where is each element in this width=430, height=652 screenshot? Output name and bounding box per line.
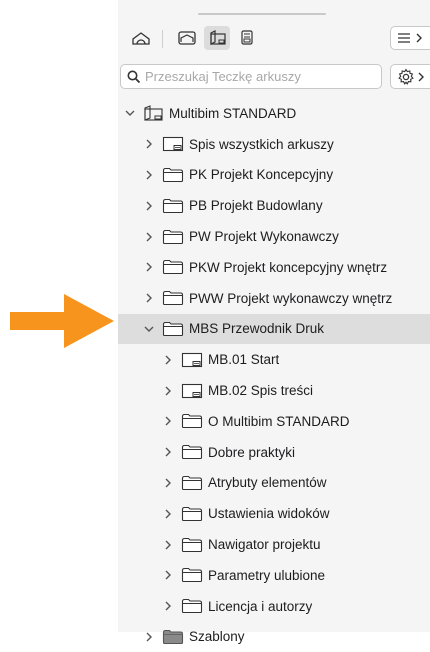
chevron-right-icon — [416, 33, 422, 43]
folder-tree-item[interactable]: PW Projekt Wykonawczy — [118, 221, 430, 252]
folder-tree-item[interactable]: PB Projekt Budowlany — [118, 190, 430, 221]
hamburger-menu-icon — [398, 33, 410, 43]
tree-item-label: Atrybuty elementów — [208, 475, 327, 491]
chevron-right-icon[interactable] — [143, 231, 155, 243]
folder-tree-item[interactable]: MBS Przewodnik Druk — [118, 313, 430, 345]
publisher-sets-icon — [241, 30, 253, 45]
folder-icon — [162, 198, 184, 214]
layout-icon — [181, 352, 203, 368]
chevron-right-icon[interactable] — [162, 600, 174, 612]
chevron-down-icon[interactable] — [124, 107, 136, 119]
tree-item-label: O Multibim STANDARD — [208, 413, 350, 429]
publisher-sets-button[interactable] — [234, 26, 260, 50]
folder-icon — [181, 413, 203, 429]
layout-icon — [181, 383, 203, 399]
layout-book-icon — [142, 105, 164, 122]
tree-item-label: Licencja i autorzy — [208, 598, 313, 614]
folder-icon — [181, 537, 203, 553]
search-field[interactable] — [120, 64, 382, 89]
project-map-icon — [132, 32, 150, 45]
search-row — [118, 64, 430, 90]
layout-tree-item[interactable]: Spis wszystkich arkuszy — [118, 129, 430, 160]
view-map-icon — [178, 31, 196, 45]
tree-item-label: Parametry ulubione — [208, 567, 326, 583]
folder-tree-item[interactable]: Atrybuty elementów — [118, 468, 430, 499]
folder-icon — [181, 444, 203, 460]
folder-tree-item[interactable]: Parametry ulubione — [118, 560, 430, 591]
chevron-right-icon[interactable] — [162, 415, 174, 427]
folder-tree-item[interactable]: Licencja i autorzy — [118, 591, 430, 622]
navigator-toolbar — [118, 24, 430, 56]
tree-item-label: PK Projekt Koncepcyjny — [189, 167, 334, 183]
folder-tree-item[interactable]: Ustawienia widoków — [118, 498, 430, 529]
navigator-menu-button[interactable] — [390, 26, 430, 50]
folder-icon — [181, 567, 203, 583]
folder-icon — [162, 290, 184, 306]
chevron-right-icon[interactable] — [162, 539, 174, 551]
tree-item-label: Ustawienia widoków — [208, 506, 330, 522]
toolbar-separator — [162, 30, 163, 48]
layout-tree-item[interactable]: MB.01 Start — [118, 344, 430, 375]
chevron-right-icon[interactable] — [162, 385, 174, 397]
layout-book-tree: Multibim STANDARD Spis wszystkich arkusz… — [118, 98, 430, 652]
folder-tree-item[interactable]: Dobre praktyki — [118, 437, 430, 468]
chevron-right-icon[interactable] — [143, 200, 155, 212]
search-input[interactable] — [145, 69, 375, 84]
search-settings-button[interactable] — [390, 64, 430, 89]
tree-root-row[interactable]: Multibim STANDARD — [118, 98, 430, 129]
search-icon — [127, 70, 141, 83]
tree-item-label: Spis wszystkich arkuszy — [189, 136, 334, 152]
chevron-right-icon[interactable] — [143, 261, 155, 273]
chevron-right-icon[interactable] — [162, 446, 174, 458]
folder-icon — [162, 629, 184, 645]
tree-item-label: Nawigator projektu — [208, 537, 321, 553]
folder-icon — [181, 598, 203, 614]
chevron-right-icon[interactable] — [143, 138, 155, 150]
folder-icon — [162, 321, 184, 337]
folder-tree-item[interactable]: Szablony — [118, 622, 430, 652]
layout-tree-item[interactable]: MB.02 Spis treści — [118, 375, 430, 406]
gear-icon — [398, 67, 414, 85]
panel-drag-handle[interactable] — [198, 13, 326, 15]
chevron-right-icon — [418, 72, 424, 81]
chevron-right-icon[interactable] — [162, 354, 174, 366]
chevron-right-icon[interactable] — [143, 292, 155, 304]
layout-book-icon — [210, 30, 226, 45]
layout-icon — [162, 136, 184, 152]
folder-tree-item[interactable]: PWW Projekt wykonawczy wnętrz — [118, 283, 430, 314]
folder-tree-item[interactable]: Nawigator projektu — [118, 529, 430, 560]
tree-item-label: PWW Projekt wykonawczy wnętrz — [189, 290, 393, 306]
chevron-right-icon[interactable] — [143, 631, 155, 643]
tree-item-label: PB Projekt Budowlany — [189, 198, 323, 214]
folder-icon — [162, 229, 184, 245]
chevron-right-icon[interactable] — [162, 477, 174, 489]
chevron-down-icon[interactable] — [143, 323, 155, 335]
tree-item-label: PKW Projekt koncepcyjny wnętrz — [189, 259, 388, 275]
layout-book-button[interactable] — [204, 26, 230, 50]
chevron-right-icon[interactable] — [143, 169, 155, 181]
folder-icon — [162, 167, 184, 183]
folder-tree-item[interactable]: PKW Projekt koncepcyjny wnętrz — [118, 252, 430, 283]
tree-item-label: MBS Przewodnik Druk — [189, 321, 325, 337]
tree-item-label: Dobre praktyki — [208, 444, 296, 460]
folder-icon — [181, 475, 203, 491]
tree-root-label: Multibim STANDARD — [169, 105, 297, 121]
project-map-button[interactable] — [128, 26, 154, 50]
chevron-right-icon[interactable] — [162, 508, 174, 520]
tree-item-label: PW Projekt Wykonawczy — [189, 229, 339, 245]
folder-tree-item[interactable]: PK Projekt Koncepcyjny — [118, 160, 430, 191]
tree-item-label: MB.02 Spis treści — [208, 383, 314, 399]
folder-icon — [181, 506, 203, 522]
chevron-right-icon[interactable] — [162, 569, 174, 581]
folder-icon — [162, 259, 184, 275]
view-map-button[interactable] — [174, 26, 200, 50]
folder-tree-item[interactable]: O Multibim STANDARD — [118, 406, 430, 437]
tree-item-label: MB.01 Start — [208, 352, 280, 368]
pointer-arrow — [10, 294, 114, 348]
